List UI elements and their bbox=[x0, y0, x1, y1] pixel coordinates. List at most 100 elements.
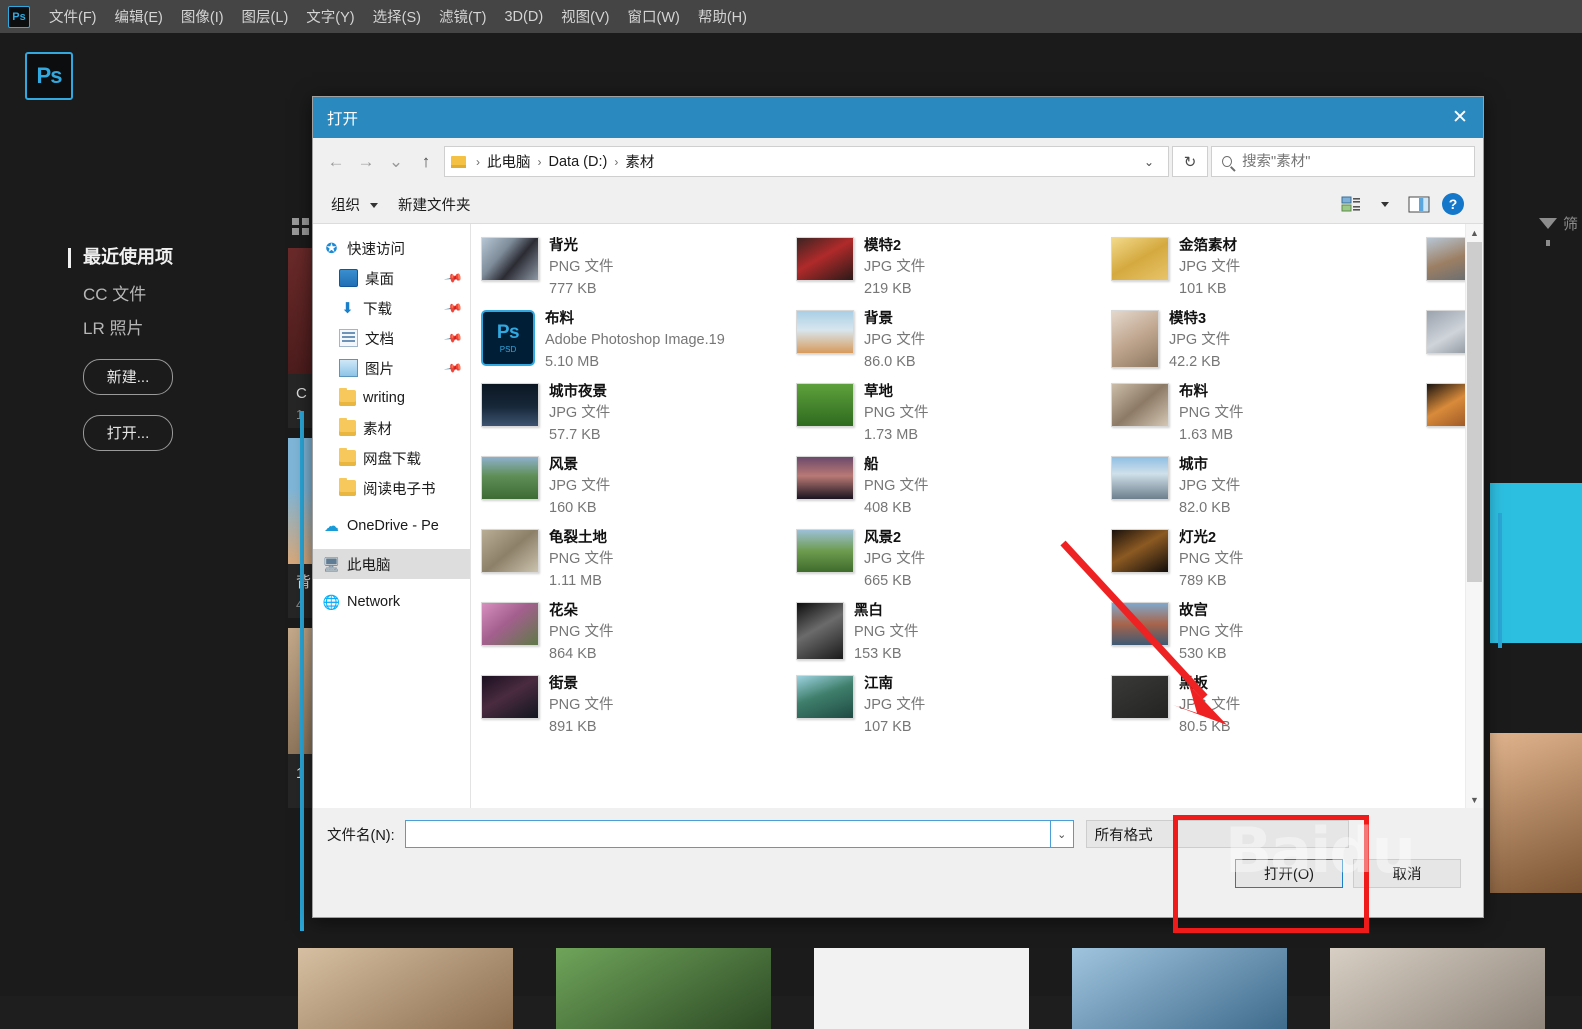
file-info: 城市JPG 文件82.0 KB bbox=[1179, 452, 1240, 520]
file-item[interactable]: 背景JPG 文件86.0 KB bbox=[792, 305, 1107, 378]
file-item[interactable]: 灯光2PNG 文件789 KB bbox=[1107, 524, 1422, 597]
file-list-scrollbar[interactable]: ▲ ▼ bbox=[1465, 224, 1483, 808]
search-box[interactable] bbox=[1211, 146, 1475, 177]
new-folder-button[interactable]: 新建文件夹 bbox=[388, 190, 481, 219]
view-icon-svg bbox=[1341, 196, 1361, 213]
sidebar-item-netdisk-downloads[interactable]: 网盘下载 bbox=[313, 443, 470, 473]
recent-card[interactable] bbox=[1490, 483, 1582, 643]
file-item[interactable]: 江南JPG 文件107 KB bbox=[792, 670, 1107, 743]
file-item[interactable]: 街景PNG 文件891 KB bbox=[477, 670, 792, 743]
recent-card-thumbnail bbox=[814, 948, 1029, 1029]
pin-icon: 📌 bbox=[443, 358, 463, 378]
menu-image[interactable]: 图像(I) bbox=[172, 2, 233, 31]
scroll-up-icon[interactable]: ▲ bbox=[1466, 224, 1483, 241]
sidebar-item-desktop[interactable]: 桌面 📌 bbox=[313, 263, 470, 293]
cloud-icon: ☁ bbox=[323, 518, 340, 534]
filter-control[interactable]: 筛 bbox=[1539, 213, 1578, 234]
up-one-level-icon[interactable]: ↑ bbox=[411, 147, 441, 177]
lr-photos-link[interactable]: LR 照片 bbox=[68, 314, 288, 339]
file-item[interactable]: 风景2JPG 文件665 KB bbox=[792, 524, 1107, 597]
menu-file[interactable]: 文件(F) bbox=[40, 2, 106, 31]
chevron-down-icon[interactable]: ⌄ bbox=[1136, 155, 1162, 169]
view-dropdown-icon[interactable] bbox=[1369, 191, 1401, 217]
refresh-icon[interactable]: ↻ bbox=[1172, 146, 1208, 177]
file-type: PNG 文件 bbox=[854, 622, 918, 644]
file-item[interactable]: 城市夜景JPG 文件57.7 KB bbox=[477, 378, 792, 451]
recent-card[interactable] bbox=[298, 948, 513, 1029]
file-item[interactable]: 黑白PNG 文件153 KB bbox=[792, 597, 1107, 670]
file-item[interactable]: 故宫PNG 文件530 KB bbox=[1107, 597, 1422, 670]
menu-type[interactable]: 文字(Y) bbox=[297, 2, 363, 31]
file-size: 665 KB bbox=[864, 571, 925, 593]
cancel-button[interactable]: 取消 bbox=[1353, 859, 1461, 888]
back-icon[interactable]: ← bbox=[321, 147, 351, 177]
recent-card[interactable] bbox=[1330, 948, 1545, 1029]
filename-input[interactable] bbox=[410, 825, 1046, 843]
recent-card[interactable] bbox=[814, 948, 1029, 1029]
sidebar-item-onedrive[interactable]: ☁ OneDrive - Pe bbox=[313, 511, 470, 541]
file-type: PNG 文件 bbox=[1179, 549, 1243, 571]
menu-select[interactable]: 选择(S) bbox=[364, 2, 430, 31]
menu-help[interactable]: 帮助(H) bbox=[689, 2, 756, 31]
file-thumbnail bbox=[1111, 383, 1169, 427]
menu-layer[interactable]: 图层(L) bbox=[233, 2, 298, 31]
menu-view[interactable]: 视图(V) bbox=[552, 2, 618, 31]
preview-pane-icon[interactable] bbox=[1403, 191, 1435, 217]
recent-card[interactable] bbox=[556, 948, 771, 1029]
menu-window[interactable]: 窗口(W) bbox=[619, 2, 689, 31]
file-item[interactable]: 布料PNG 文件1.63 MB bbox=[1107, 378, 1422, 451]
open-file-button[interactable]: 打开... bbox=[83, 415, 173, 451]
grid-view-icon[interactable] bbox=[292, 218, 309, 235]
file-name: 黑白 bbox=[854, 600, 918, 622]
file-item[interactable]: 黑板JPG 文件80.5 KB bbox=[1107, 670, 1422, 743]
file-format-select[interactable]: 所有格式 bbox=[1086, 820, 1349, 848]
pictures-icon bbox=[339, 359, 358, 377]
breadcrumb[interactable]: › 此电脑 › Data (D:) › 素材 ⌄ bbox=[444, 146, 1169, 177]
file-item[interactable]: 城市JPG 文件82.0 KB bbox=[1107, 451, 1422, 524]
open-button[interactable]: 打开(O) bbox=[1235, 859, 1343, 888]
help-button[interactable]: ? bbox=[1437, 191, 1469, 217]
menu-filter[interactable]: 滤镜(T) bbox=[430, 2, 496, 31]
close-icon[interactable]: ✕ bbox=[1437, 97, 1483, 138]
file-item[interactable]: 模特2JPG 文件219 KB bbox=[792, 232, 1107, 305]
file-list-pane: 背光PNG 文件777 KBPsPSD布料Adobe Photoshop Ima… bbox=[471, 224, 1483, 808]
breadcrumb-separator: › bbox=[533, 155, 547, 169]
search-input[interactable] bbox=[1240, 153, 1468, 171]
menu-3d[interactable]: 3D(D) bbox=[495, 5, 552, 29]
recent-card[interactable] bbox=[1490, 733, 1582, 893]
sidebar-item-documents[interactable]: 文档 📌 bbox=[313, 323, 470, 353]
breadcrumb-data-drive[interactable]: Data (D:) bbox=[547, 154, 610, 170]
sidebar-item-downloads[interactable]: ⬇ 下载 📌 bbox=[313, 293, 470, 323]
recent-card[interactable] bbox=[1072, 948, 1287, 1029]
breadcrumb-current-folder[interactable]: 素材 bbox=[623, 151, 656, 172]
file-item[interactable]: 草地PNG 文件1.73 MB bbox=[792, 378, 1107, 451]
filename-field[interactable] bbox=[405, 820, 1051, 848]
cc-files-link[interactable]: CC 文件 bbox=[68, 280, 288, 305]
file-item[interactable]: 模特3JPG 文件42.2 KB bbox=[1107, 305, 1422, 378]
sidebar-item-network[interactable]: 🌐 Network bbox=[313, 587, 470, 617]
recent-locations-icon[interactable]: ⌄ bbox=[381, 147, 411, 177]
scroll-down-icon[interactable]: ▼ bbox=[1466, 791, 1483, 808]
sidebar-item-sucai[interactable]: 素材 bbox=[313, 413, 470, 443]
scrollbar-thumb[interactable] bbox=[1467, 242, 1482, 582]
filename-dropdown-icon[interactable]: ⌄ bbox=[1051, 820, 1074, 848]
sidebar-item-this-pc[interactable]: 🖥 此电脑 bbox=[313, 549, 470, 579]
file-item[interactable]: PsPSD布料Adobe Photoshop Image.195.10 MB bbox=[477, 305, 792, 378]
file-item[interactable]: 船PNG 文件408 KB bbox=[792, 451, 1107, 524]
menu-edit[interactable]: 编辑(E) bbox=[106, 2, 172, 31]
file-item[interactable]: 金箔素材JPG 文件101 KB bbox=[1107, 232, 1422, 305]
file-item[interactable]: 风景JPG 文件160 KB bbox=[477, 451, 792, 524]
organize-button[interactable]: 组织 bbox=[321, 190, 388, 219]
sidebar-item-pictures[interactable]: 图片 📌 bbox=[313, 353, 470, 383]
forward-icon[interactable]: → bbox=[351, 147, 381, 177]
sidebar-item-ebooks[interactable]: 阅读电子书 bbox=[313, 473, 470, 503]
file-item[interactable]: 龟裂土地PNG 文件1.11 MB bbox=[477, 524, 792, 597]
sidebar-item-quick-access[interactable]: ✪ 快速访问 bbox=[313, 233, 470, 263]
new-file-button[interactable]: 新建... bbox=[83, 359, 173, 395]
breadcrumb-this-pc[interactable]: 此电脑 bbox=[485, 151, 533, 172]
file-name: 灯光2 bbox=[1179, 527, 1243, 549]
change-view-icon[interactable] bbox=[1335, 191, 1367, 217]
file-item[interactable]: 花朵PNG 文件864 KB bbox=[477, 597, 792, 670]
file-item[interactable]: 背光PNG 文件777 KB bbox=[477, 232, 792, 305]
sidebar-item-writing[interactable]: writing bbox=[313, 383, 470, 413]
